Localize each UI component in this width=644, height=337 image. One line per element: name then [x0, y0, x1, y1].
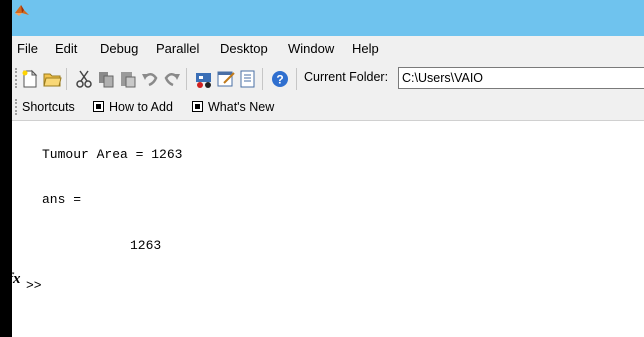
copy-icon[interactable] [96, 69, 116, 89]
toolbar-separator [186, 68, 187, 90]
toolbar: ? Current Folder: C:\Users\VAIO [12, 62, 644, 96]
open-folder-icon[interactable] [42, 69, 62, 89]
guide-icon[interactable] [216, 69, 236, 89]
paste-icon[interactable] [118, 69, 138, 89]
svg-text:?: ? [276, 73, 283, 87]
help-icon[interactable]: ? [270, 69, 290, 89]
menu-edit[interactable]: Edit [55, 41, 77, 56]
menu-debug[interactable]: Debug [100, 41, 138, 56]
command-prompt[interactable]: >> [26, 278, 42, 293]
console-output-line: Tumour Area = 1263 [42, 147, 183, 162]
current-folder-input[interactable]: C:\Users\VAIO [398, 67, 644, 89]
shortcuts-grip[interactable] [15, 99, 19, 115]
menu-help[interactable]: Help [352, 41, 379, 56]
console-output-value: 1263 [130, 238, 162, 253]
simulink-icon[interactable] [194, 69, 214, 89]
toolbar-separator [66, 68, 67, 90]
matlab-logo-icon [15, 5, 29, 16]
toolbar-separator [262, 68, 263, 90]
cut-icon[interactable] [74, 69, 94, 89]
toolbar-separator [296, 68, 297, 90]
console-output-line: ans = [42, 192, 82, 207]
profiler-icon[interactable] [238, 69, 258, 89]
title-bar [12, 0, 644, 36]
shortcut-link-icon [93, 101, 104, 112]
current-folder-label: Current Folder: [304, 70, 389, 84]
menu-file[interactable]: File [17, 41, 38, 56]
menu-desktop[interactable]: Desktop [220, 41, 268, 56]
redo-icon[interactable] [162, 69, 182, 89]
undo-icon[interactable] [140, 69, 160, 89]
window-left-border [0, 0, 12, 337]
new-file-icon[interactable] [20, 69, 40, 89]
whats-new-link[interactable]: What's New [208, 100, 274, 114]
shortcuts-toolbar: Shortcuts How to Add What's New [12, 96, 644, 121]
how-to-add-link[interactable]: How to Add [109, 100, 173, 114]
menu-window[interactable]: Window [288, 41, 334, 56]
menu-bar: File Edit Debug Parallel Desktop Window … [12, 36, 644, 62]
shortcut-link-icon [192, 101, 203, 112]
shortcuts-label[interactable]: Shortcuts [22, 100, 75, 114]
menu-parallel[interactable]: Parallel [156, 41, 199, 56]
toolbar-grip[interactable] [15, 68, 19, 88]
command-window[interactable]: Tumour Area = 1263 ans = 1263 fx >> [8, 121, 644, 337]
